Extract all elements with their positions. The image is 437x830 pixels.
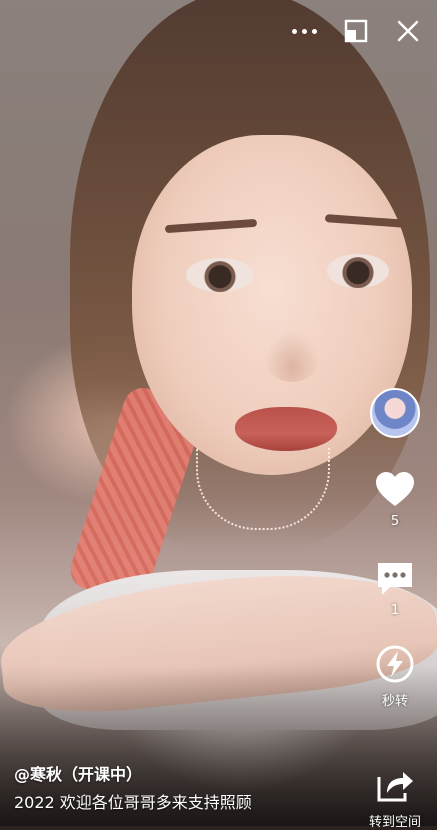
share-to-space-label: 转到空间	[368, 815, 421, 830]
share-arrow-icon	[377, 772, 413, 802]
like-button[interactable]: 5	[375, 472, 415, 529]
top-bar	[289, 16, 423, 46]
more-dots-icon	[291, 28, 317, 34]
flash-share-button[interactable]: 秒转	[375, 644, 415, 709]
like-count: 5	[390, 514, 400, 529]
more-button[interactable]	[289, 16, 319, 46]
share-to-space-button[interactable]: 转到空间	[369, 767, 421, 830]
lightning-icon	[376, 645, 414, 683]
heart-icon	[376, 472, 414, 506]
close-button[interactable]	[393, 16, 423, 46]
picture-in-picture-icon	[344, 19, 368, 43]
video-caption: 2022 欢迎各位哥哥多来支持照顾	[14, 793, 252, 812]
comment-button[interactable]: 1	[376, 561, 414, 618]
close-icon	[397, 20, 419, 42]
author-avatar[interactable]	[370, 388, 420, 438]
action-rail: 5 1 秒转 转到空间	[367, 388, 423, 830]
comment-count: 1	[390, 603, 400, 618]
flash-share-label: 秒转	[381, 694, 408, 709]
picture-in-picture-button[interactable]	[341, 16, 371, 46]
author-name[interactable]: @寒秋（开课中）	[14, 761, 142, 785]
comment-icon	[378, 563, 412, 595]
